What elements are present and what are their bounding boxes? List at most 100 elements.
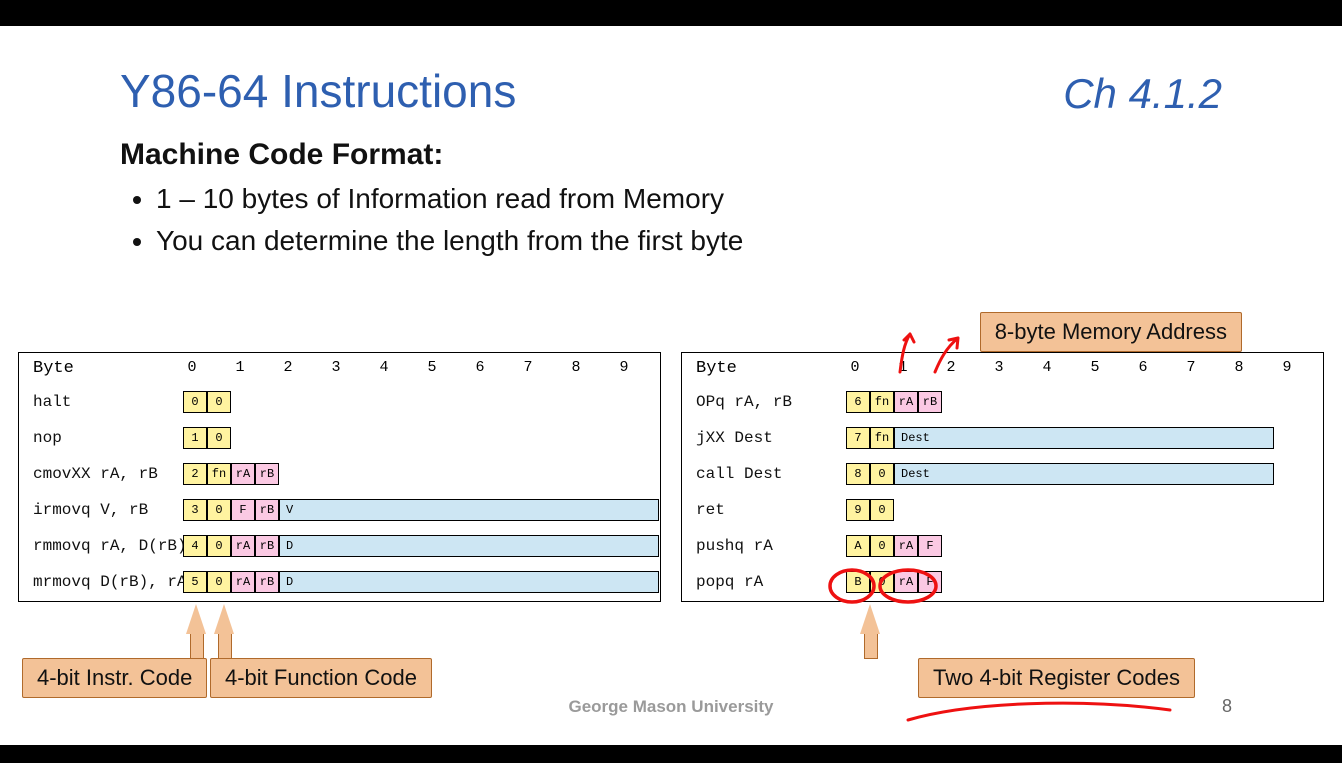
opcode-nibble: 3 <box>183 499 207 521</box>
opcode-nibble: 0 <box>870 499 894 521</box>
mnemonic: irmovq V, rB <box>33 501 183 519</box>
byte-index: 8 <box>1230 359 1248 376</box>
immediate-field: V <box>279 499 659 521</box>
page-number: 8 <box>1222 696 1232 717</box>
bullet-item: You can determine the length from the fi… <box>156 220 1342 262</box>
encoding-table-left: Byte0123456789halt00nop10cmovXX rA, rB2f… <box>18 352 661 602</box>
byte-index: 1 <box>231 359 249 376</box>
encoding-row: halt00 <box>33 387 231 417</box>
encoding-row: irmovq V, rB30FrBV <box>33 495 659 525</box>
encoding-row: nop10 <box>33 423 231 453</box>
opcode-nibble: 0 <box>207 571 231 593</box>
opcode-nibble: 2 <box>183 463 207 485</box>
register-nibble: rA <box>894 535 918 557</box>
mnemonic: jXX Dest <box>696 429 846 447</box>
slide: Y86-64 Instructions Ch 4.1.2 Machine Cod… <box>0 26 1342 745</box>
opcode-nibble: 0 <box>207 391 231 413</box>
byte-header-label: Byte <box>696 359 737 378</box>
register-nibble: rA <box>894 571 918 593</box>
callout-memory-address: 8-byte Memory Address <box>980 312 1242 352</box>
register-nibble: F <box>231 499 255 521</box>
mnemonic: call Dest <box>696 465 846 483</box>
encoding-row: ret90 <box>696 495 894 525</box>
callout-reg-codes: Two 4-bit Register Codes <box>918 658 1195 698</box>
encoding-row: mrmovq D(rB), rA50rArBD <box>33 567 659 597</box>
arrow-up-icon <box>186 604 206 634</box>
register-nibble: rB <box>255 535 279 557</box>
byte-index: 3 <box>327 359 345 376</box>
register-nibble: rB <box>255 463 279 485</box>
byte-index: 4 <box>375 359 393 376</box>
register-nibble: rB <box>918 391 942 413</box>
footer-text: George Mason University <box>0 697 1342 717</box>
byte-index: 9 <box>615 359 633 376</box>
opcode-nibble: fn <box>870 427 894 449</box>
byte-index: 5 <box>423 359 441 376</box>
arrow-up-icon <box>860 604 880 634</box>
opcode-nibble: 0 <box>870 463 894 485</box>
byte-index: 6 <box>1134 359 1152 376</box>
encoding-row: jXX Dest7fnDest <box>696 423 1274 453</box>
bullet-list: 1 – 10 bytes of Information read from Me… <box>128 178 1342 262</box>
mnemonic: rmmovq rA, D(rB) <box>33 537 183 555</box>
opcode-nibble: 1 <box>183 427 207 449</box>
register-nibble: rA <box>231 463 255 485</box>
letterbox-bottom <box>0 745 1342 763</box>
opcode-nibble: 5 <box>183 571 207 593</box>
opcode-nibble: 0 <box>207 499 231 521</box>
opcode-nibble: 8 <box>846 463 870 485</box>
byte-index: 0 <box>846 359 864 376</box>
callout-func-code: 4-bit Function Code <box>210 658 432 698</box>
mnemonic: OPq rA, rB <box>696 393 846 411</box>
mnemonic: ret <box>696 501 846 519</box>
byte-index: 0 <box>183 359 201 376</box>
byte-index: 8 <box>567 359 585 376</box>
byte-index: 3 <box>990 359 1008 376</box>
mnemonic: halt <box>33 393 183 411</box>
opcode-nibble: B <box>846 571 870 593</box>
mnemonic: popq rA <box>696 573 846 591</box>
byte-index: 5 <box>1086 359 1104 376</box>
register-nibble: F <box>918 535 942 557</box>
register-nibble: rB <box>255 499 279 521</box>
opcode-nibble: 4 <box>183 535 207 557</box>
register-nibble: rA <box>231 535 255 557</box>
register-nibble: F <box>918 571 942 593</box>
byte-index: 7 <box>1182 359 1200 376</box>
mnemonic: pushq rA <box>696 537 846 555</box>
encoding-row: popq rAB0rAF <box>696 567 942 597</box>
opcode-nibble: A <box>846 535 870 557</box>
register-nibble: rA <box>231 571 255 593</box>
bullet-item: 1 – 10 bytes of Information read from Me… <box>156 178 1342 220</box>
immediate-field: D <box>279 535 659 557</box>
byte-index: 9 <box>1278 359 1296 376</box>
letterbox-top <box>0 0 1342 26</box>
opcode-nibble: 0 <box>207 535 231 557</box>
opcode-nibble: 0 <box>870 535 894 557</box>
encoding-row: OPq rA, rB6fnrArB <box>696 387 942 417</box>
encoding-row: cmovXX rA, rB2fnrArB <box>33 459 279 489</box>
opcode-nibble: fn <box>207 463 231 485</box>
encoding-row: call Dest80Dest <box>696 459 1274 489</box>
mnemonic: cmovXX rA, rB <box>33 465 183 483</box>
opcode-nibble: 9 <box>846 499 870 521</box>
byte-index: 4 <box>1038 359 1056 376</box>
opcode-nibble: 7 <box>846 427 870 449</box>
byte-index: 7 <box>519 359 537 376</box>
byte-index: 6 <box>471 359 489 376</box>
opcode-nibble: 0 <box>183 391 207 413</box>
chapter-ref: Ch 4.1.2 <box>1063 70 1222 118</box>
immediate-field: Dest <box>894 463 1274 485</box>
register-nibble: rA <box>894 391 918 413</box>
byte-index: 2 <box>279 359 297 376</box>
encoding-row: rmmovq rA, D(rB)40rArBD <box>33 531 659 561</box>
mnemonic: mrmovq D(rB), rA <box>33 573 183 591</box>
opcode-nibble: 6 <box>846 391 870 413</box>
opcode-nibble: fn <box>870 391 894 413</box>
callout-instr-code: 4-bit Instr. Code <box>22 658 207 698</box>
immediate-field: D <box>279 571 659 593</box>
encoding-row: pushq rAA0rAF <box>696 531 942 561</box>
byte-index: 2 <box>942 359 960 376</box>
opcode-nibble: 0 <box>207 427 231 449</box>
subtitle: Machine Code Format: <box>0 118 1342 172</box>
